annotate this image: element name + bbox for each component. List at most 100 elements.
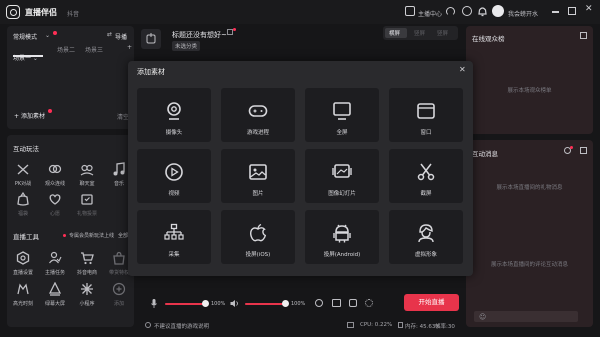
- tab-underline: [13, 55, 43, 57]
- wish-icon: [49, 194, 61, 205]
- add-material-button[interactable]: + 添加素材: [14, 111, 45, 120]
- anchor-center-link[interactable]: 主播中心: [418, 9, 442, 18]
- tool-miniapp[interactable]: 小程序: [75, 282, 99, 307]
- title-bar: 直播伴侣 抖音 主播中心 我会螃开水 ✕: [0, 0, 600, 24]
- gamepad-icon: [248, 105, 268, 117]
- speaker-slider-handle[interactable]: [282, 300, 289, 307]
- tile-monitor[interactable]: 全屏: [305, 88, 379, 142]
- swap-icon[interactable]: ⇄: [107, 31, 112, 38]
- maximize-icon[interactable]: [568, 7, 576, 15]
- orientation-switch: 横屏 竖屏 竖屏: [383, 26, 458, 40]
- tool-plus-circle[interactable]: 添加: [107, 282, 131, 307]
- monitor-small-icon[interactable]: [405, 6, 415, 16]
- audio-controls: 100% 100% 开始直播: [141, 289, 463, 319]
- tile-slideshow[interactable]: 图像幻灯片: [305, 149, 379, 203]
- tile-label: 窗口: [420, 130, 432, 136]
- tab-scene-2[interactable]: 场景二: [57, 45, 75, 54]
- tool-label: 小程序: [79, 301, 95, 307]
- live-tools-all[interactable]: 全部: [118, 232, 128, 239]
- popout-icon[interactable]: [580, 32, 587, 39]
- tile-image[interactable]: 图片: [221, 149, 295, 203]
- speaker-icon[interactable]: [230, 299, 240, 308]
- app-logo-icon: [6, 5, 20, 19]
- tile-scissors[interactable]: 截屏: [389, 149, 463, 203]
- cover-upload-button[interactable]: [141, 29, 161, 49]
- warning-text[interactable]: 不建议直播的游戏说明: [154, 322, 209, 330]
- add-material-dialog: 添加素材 ✕ 摄像头 游戏进程 全屏 窗口 视频 图片 图像幻灯片 截屏 采集 投屏(iOS) 投屏…: [128, 61, 473, 276]
- stream-title[interactable]: 标题还没有想好~: [172, 30, 227, 40]
- tool-task[interactable]: 主播任务: [43, 251, 67, 276]
- mic-slider-handle[interactable]: [202, 300, 209, 307]
- mode-label[interactable]: 常规模式: [13, 32, 37, 41]
- headset-icon[interactable]: [446, 7, 455, 16]
- help-icon[interactable]: [462, 6, 472, 16]
- greenscreen-icon: [48, 282, 62, 296]
- tool-highlight[interactable]: 高光时刻: [11, 282, 35, 307]
- tool-label: 直播设置: [12, 270, 33, 276]
- live-tools-notice[interactable]: 专属会员新玩法上线: [69, 232, 114, 239]
- tab-scene-3[interactable]: 场景三: [85, 45, 103, 54]
- plus-circle-icon: [112, 282, 126, 296]
- tab-landscape[interactable]: 横屏: [389, 29, 400, 37]
- tool-link[interactable]: 观众连线: [43, 162, 67, 187]
- tile-label: 图片: [252, 191, 264, 197]
- minimize-icon[interactable]: [552, 11, 559, 13]
- tool-label: 高光时刻: [12, 301, 33, 307]
- tile-avatar[interactable]: 虚拟形象: [389, 210, 463, 264]
- start-live-button[interactable]: 开始直播: [404, 294, 459, 311]
- tile-camera[interactable]: 摄像头: [137, 88, 211, 142]
- tool-cart[interactable]: 抖音电商: [75, 251, 99, 276]
- shop-icon: [113, 251, 125, 265]
- info-icon: [145, 322, 151, 328]
- tile-label: 图像幻灯片: [328, 191, 356, 197]
- avatar-icon: [418, 224, 434, 243]
- tool-vote[interactable]: 礼物投票: [75, 192, 99, 217]
- mic-icon[interactable]: [151, 299, 157, 308]
- emoji-icon[interactable]: ☺: [479, 313, 486, 321]
- guide-label[interactable]: 导播: [115, 32, 127, 41]
- mic-slider-fill: [165, 303, 205, 305]
- tool-bag[interactable]: 福袋: [11, 192, 35, 217]
- tool-settings[interactable]: 直播设置: [11, 251, 35, 276]
- tool-label: 聊天室: [79, 181, 95, 187]
- tile-label: 投屏(iOS): [245, 252, 271, 258]
- add-scene-icon[interactable]: +: [127, 44, 132, 51]
- tile-window[interactable]: 窗口: [389, 88, 463, 142]
- speaker-slider[interactable]: [245, 303, 285, 305]
- chevron-down-icon[interactable]: ⌄: [45, 32, 50, 39]
- close-window-icon[interactable]: ✕: [585, 4, 593, 14]
- tile-gamepad[interactable]: 游戏进程: [221, 88, 295, 142]
- tile-play[interactable]: 视频: [137, 149, 211, 203]
- tool-greenscreen[interactable]: 绿幕大屏: [43, 282, 67, 307]
- record-icon[interactable]: [332, 299, 341, 307]
- audience-title: 在线观众榜: [472, 35, 505, 43]
- messages-panel: 互动消息 展示本场直播间的礼物消息 展示本场直播间的评论互动消息 ☺: [466, 140, 593, 327]
- tile-label: 截屏: [420, 191, 432, 197]
- avatar[interactable]: [492, 5, 504, 17]
- tab-portrait-2[interactable]: 竖屏: [437, 29, 448, 37]
- tile-label: 摄像头: [165, 130, 183, 136]
- comment-input[interactable]: [474, 311, 578, 322]
- settings-icon[interactable]: [365, 299, 373, 307]
- mic-percent: 100%: [211, 301, 226, 307]
- speaker-slider-fill: [245, 303, 285, 305]
- tile-label: 投屏(Android): [323, 252, 361, 258]
- tab-scene-1[interactable]: 场景一 ⌄: [13, 45, 53, 62]
- category-tag[interactable]: 未选分类: [172, 41, 201, 51]
- tool-chat[interactable]: 聊天室: [75, 162, 99, 187]
- popout-messages-icon[interactable]: [580, 147, 587, 154]
- tool-wish[interactable]: 心愿: [43, 192, 67, 217]
- user-name[interactable]: 我会螃开水: [508, 9, 538, 18]
- effects-icon[interactable]: [315, 299, 323, 307]
- tile-android[interactable]: 投屏(Android): [305, 210, 379, 264]
- notice-dot: [63, 234, 66, 237]
- bell-icon[interactable]: [478, 6, 487, 17]
- close-icon[interactable]: ✕: [459, 65, 466, 74]
- tool-pk[interactable]: PK对战: [11, 162, 35, 187]
- cpu-icon: [347, 322, 354, 328]
- tile-capture[interactable]: 采集: [137, 210, 211, 264]
- screenshot-icon[interactable]: [349, 299, 357, 307]
- tab-portrait[interactable]: 竖屏: [414, 29, 425, 37]
- mic-slider[interactable]: [165, 303, 205, 305]
- tile-apple[interactable]: 投屏(iOS): [221, 210, 295, 264]
